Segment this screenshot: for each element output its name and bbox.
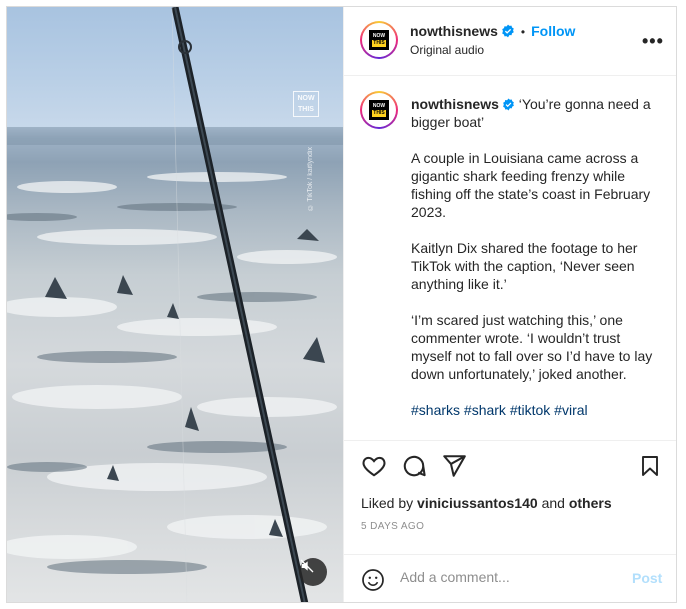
header-separator: •	[520, 25, 526, 39]
caption-section: NOW THIS nowthisnews ‘You’re gonna need …	[344, 77, 676, 441]
caption-paragraph: Kaitlyn Dix shared the footage to her Ti…	[411, 240, 638, 292]
verified-badge-icon	[502, 24, 514, 38]
liked-by-user[interactable]: viniciussantos140	[417, 495, 538, 511]
post-dialog: NOW THIS © TikTok / kaitlyndix NOW THIS	[6, 6, 677, 603]
paper-plane-icon[interactable]	[441, 453, 467, 479]
bookmark-icon[interactable]	[638, 453, 662, 479]
post-actions-bar	[344, 453, 676, 483]
caption-paragraph: ‘I’m scared just watching this,’ one com…	[411, 312, 653, 382]
caption-hashtags[interactable]: #sharks #shark #tiktok #viral	[411, 401, 661, 419]
verified-badge-icon	[503, 98, 514, 111]
smiley-icon[interactable]	[361, 568, 385, 592]
post-comment-button[interactable]: Post	[632, 570, 662, 586]
avatar[interactable]: NOW THIS	[360, 21, 398, 59]
likes-others-link[interactable]: others	[569, 495, 612, 511]
likes-summary: Liked by viniciussantos140 and others	[361, 495, 612, 511]
post-video[interactable]: NOW THIS © TikTok / kaitlyndix	[7, 7, 343, 602]
heart-icon[interactable]	[361, 453, 387, 479]
comment-bar: Post	[344, 554, 676, 602]
nowthis-logo: NOW THIS	[369, 100, 389, 120]
watermark-top-text: NOW	[297, 95, 315, 102]
post-timestamp[interactable]: 5 DAYS AGO	[361, 521, 424, 532]
caption-text: nowthisnews ‘You’re gonna need a bigger …	[411, 95, 661, 437]
header-account-line: nowthisnews • Follow	[410, 23, 575, 41]
audio-label[interactable]: Original audio	[410, 43, 484, 57]
post-details-panel: NOW THIS nowthisnews • Follow Original aud…	[343, 7, 676, 602]
speaker-muted-icon	[300, 559, 314, 573]
caption-username[interactable]: nowthisnews	[411, 96, 499, 112]
caption-paragraph: A couple in Louisiana came across a giga…	[411, 150, 651, 220]
follow-button[interactable]: Follow	[531, 23, 575, 39]
comment-bubble-icon[interactable]	[401, 453, 427, 479]
mute-toggle-button[interactable]	[299, 558, 327, 586]
nowthis-logo: NOW THIS	[369, 30, 389, 50]
header-username[interactable]: nowthisnews	[410, 23, 498, 39]
more-options-button[interactable]: •••	[642, 31, 664, 52]
caption-avatar[interactable]: NOW THIS	[360, 91, 398, 129]
nowthis-watermark-logo: NOW THIS	[293, 91, 319, 117]
watermark-bottom-text: THIS	[298, 106, 314, 113]
comment-input[interactable]	[400, 569, 620, 585]
media-credit: © TikTok / kaitlyndix	[307, 147, 314, 211]
post-header: NOW THIS nowthisnews • Follow Original aud…	[344, 7, 676, 76]
